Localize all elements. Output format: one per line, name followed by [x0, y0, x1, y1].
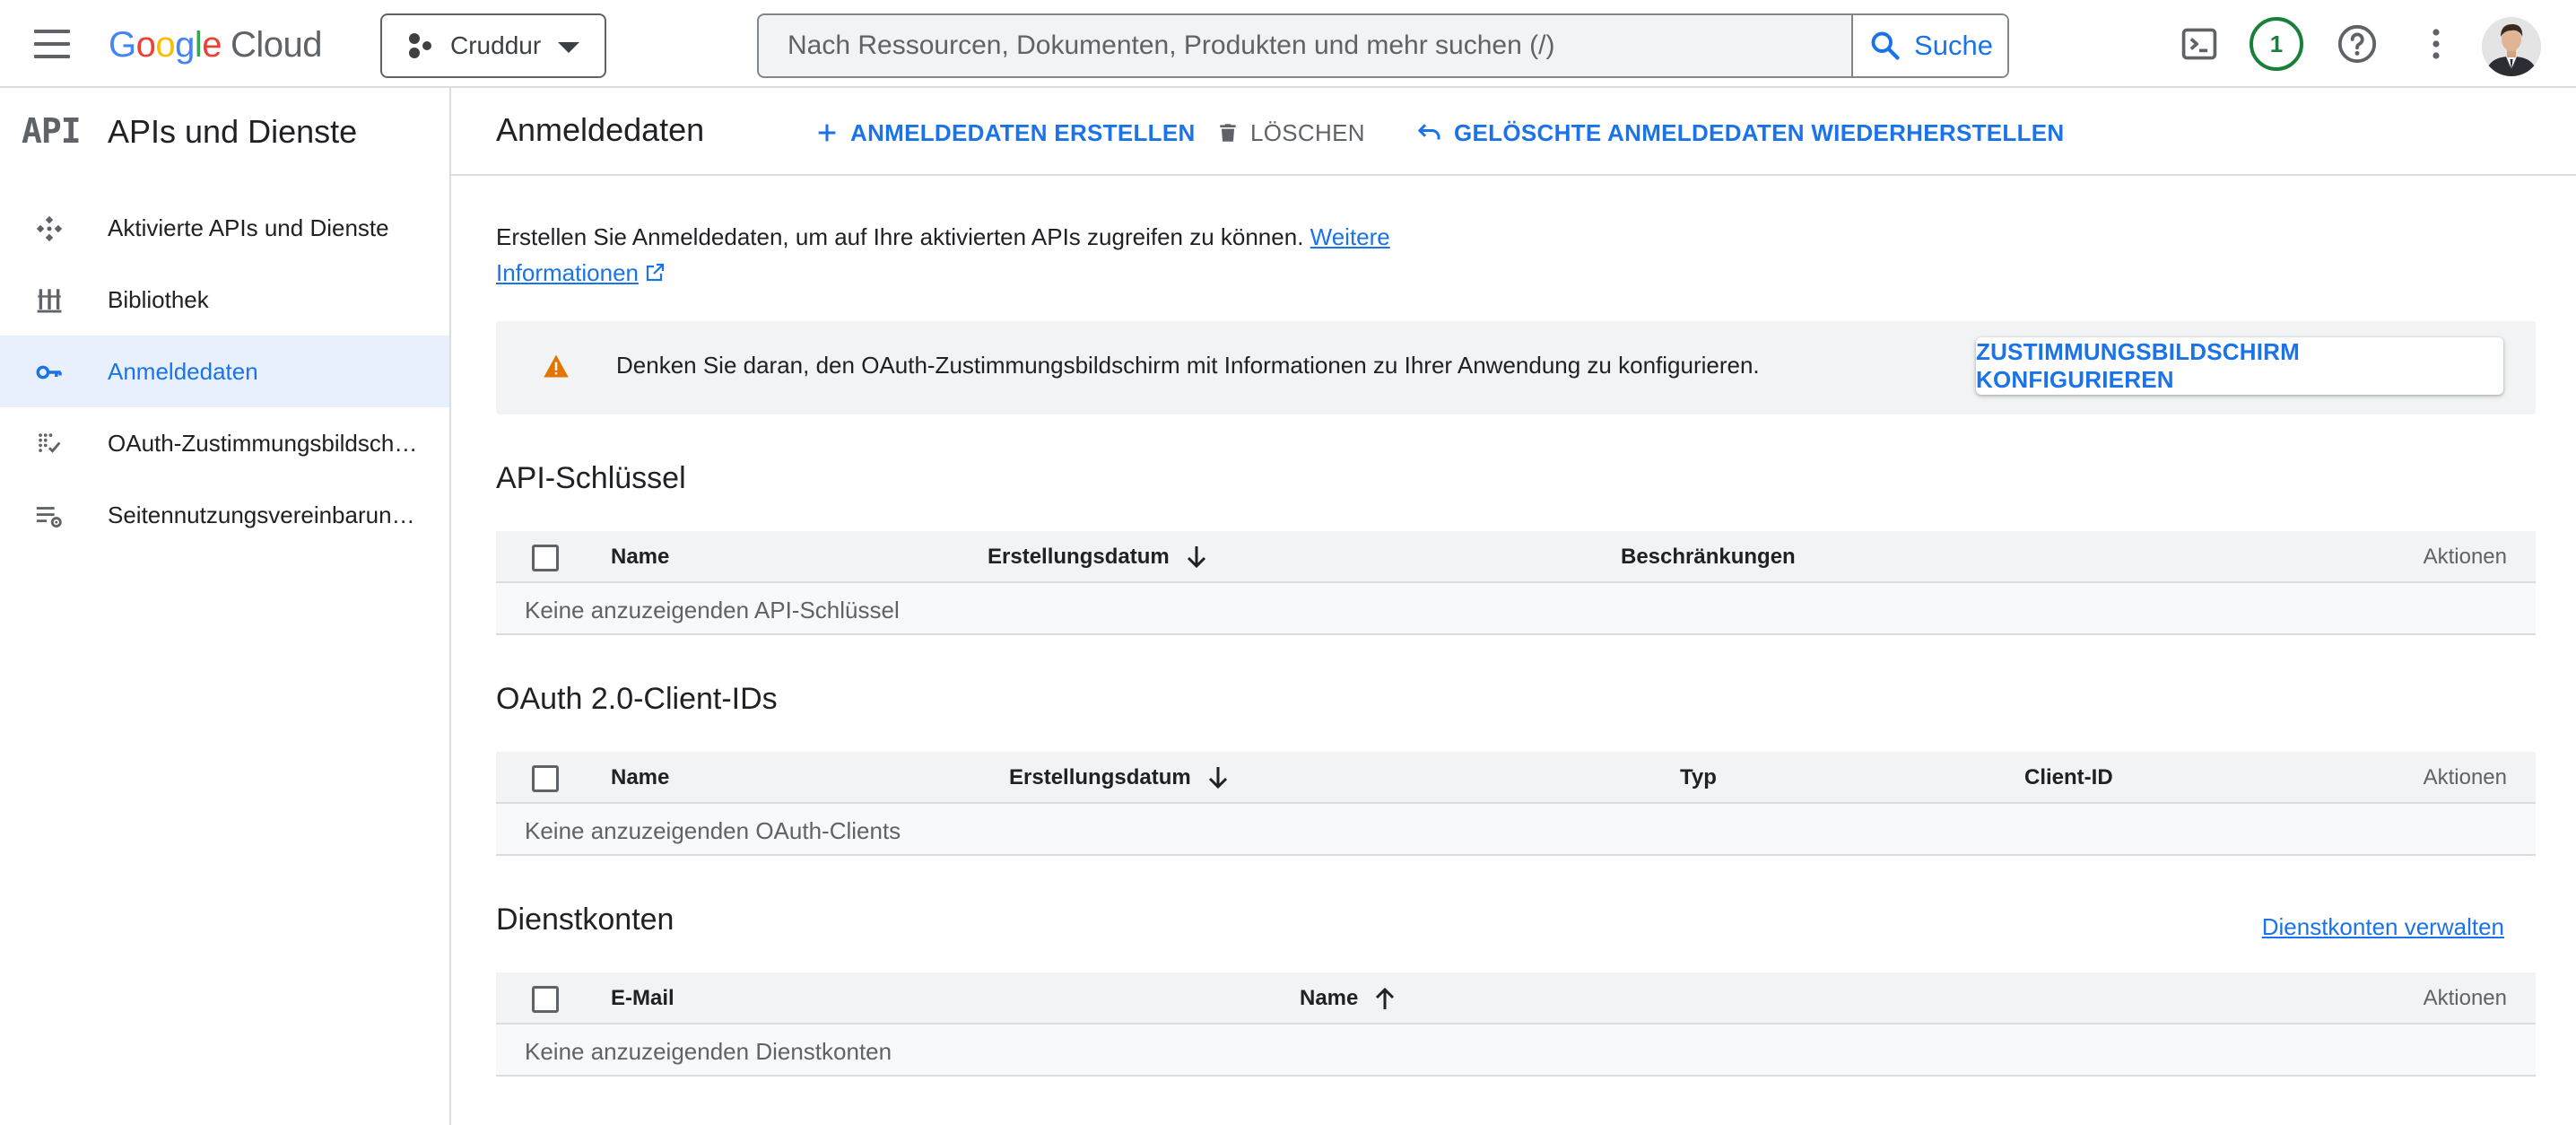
- cloud-shell-icon[interactable]: [2172, 17, 2226, 71]
- main-content: Anmeldedaten ANMELDEDATEN ERSTELLEN LÖSC…: [451, 88, 2576, 1125]
- column-header-created[interactable]: Erstellungsdatum: [988, 545, 1207, 570]
- column-header-client-id[interactable]: Client-ID: [2024, 765, 2113, 790]
- api-keys-table: Name Erstellungsdatum Beschränkungen Akt…: [496, 531, 2536, 635]
- project-selector[interactable]: Cruddur: [380, 13, 606, 78]
- more-vert-icon[interactable]: [2409, 17, 2463, 71]
- service-accounts-table: E-Mail Name Aktionen Keine anzuzeigenden…: [496, 972, 2536, 1077]
- api-logo: API: [22, 111, 82, 151]
- sidebar-item-enabled-apis[interactable]: Aktivierte APIs und Dienste: [0, 192, 449, 264]
- key-icon: [36, 365, 62, 379]
- column-header-name[interactable]: Name: [611, 545, 669, 570]
- sidebar-item-oauth-consent[interactable]: OAuth-Zustimmungsbildschirm: [0, 407, 449, 479]
- column-header-actions: Aktionen: [2423, 765, 2507, 789]
- google-cloud-logo[interactable]: Google Cloud: [109, 20, 323, 70]
- table-header: Name Erstellungsdatum Beschränkungen Akt…: [496, 531, 2536, 583]
- column-header-type[interactable]: Typ: [1680, 765, 1717, 790]
- select-all-checkbox[interactable]: [532, 545, 559, 571]
- warning-icon: [544, 354, 569, 378]
- project-icon: [409, 33, 431, 58]
- service-accounts-title: Dienstkonten: [496, 903, 674, 937]
- add-icon: [818, 124, 836, 142]
- table-row: Keine anzuzeigenden Dienstkonten: [496, 1025, 2536, 1077]
- sidebar-item-label: OAuth-Zustimmungsbildschirm: [108, 429, 422, 457]
- column-header-label: Erstellungsdatum: [988, 545, 1170, 569]
- sidebar-title: APIs und Dienste: [108, 113, 358, 150]
- api-keys-title: API-Schlüssel: [496, 461, 686, 495]
- sidebar-item-library[interactable]: Bibliothek: [0, 264, 449, 336]
- menu-icon[interactable]: [34, 28, 74, 60]
- banner-text: Denken Sie daran, den OAuth-Zustimmungsb…: [616, 352, 1760, 379]
- action-bar: Anmeldedaten ANMELDEDATEN ERSTELLEN LÖSC…: [451, 88, 2576, 176]
- empty-state-text: Keine anzuzeigenden OAuth-Clients: [525, 817, 901, 844]
- manage-service-accounts-link[interactable]: Dienstkonten verwalten: [2262, 913, 2504, 941]
- search-icon: [1871, 31, 1900, 60]
- arrow-down-icon: [1208, 767, 1227, 789]
- arrow-up-icon: [1376, 987, 1395, 1009]
- notification-count: 1: [2250, 17, 2303, 71]
- column-header-name[interactable]: Name: [611, 765, 669, 790]
- delete-label: LÖSCHEN: [1250, 118, 1365, 146]
- external-link-icon: [646, 263, 665, 282]
- select-all-checkbox[interactable]: [532, 986, 559, 1013]
- arrow-down-icon: [1187, 546, 1205, 569]
- column-header-email[interactable]: E-Mail: [611, 986, 674, 1011]
- avatar[interactable]: [2482, 17, 2541, 76]
- create-credentials-button[interactable]: ANMELDEDATEN ERSTELLEN: [814, 115, 1196, 151]
- search-button-label: Suche: [1914, 30, 1993, 61]
- intro-text: Erstellen Sie Anmeldedaten, um auf Ihre …: [496, 219, 1411, 291]
- search-input[interactable]: [759, 15, 1851, 76]
- sidebar-item-label: Anmeldedaten: [108, 357, 258, 385]
- page-title: Anmeldedaten: [496, 111, 705, 148]
- restore-credentials-button[interactable]: GELÖSCHTE ANMELDEDATEN WIEDERHERSTELLEN: [1416, 115, 2065, 151]
- undo-icon: [1418, 124, 1440, 140]
- consent-screen-icon: [39, 433, 61, 453]
- library-icon: [37, 289, 62, 313]
- top-bar: GoogleCloud Cruddur Suche 1: [0, 0, 2576, 88]
- sidebar-item-page-usage[interactable]: Seitennutzungsvereinbarungen: [0, 479, 449, 551]
- oauth-clients-table: Name Erstellungsdatum Typ Client-ID Akti…: [496, 752, 2536, 856]
- empty-state-text: Keine anzuzeigenden Dienstkonten: [525, 1038, 892, 1065]
- select-all-checkbox[interactable]: [532, 765, 559, 792]
- column-header-name[interactable]: Name: [1300, 986, 1396, 1011]
- column-header-label: Name: [1300, 986, 1359, 1010]
- delete-button[interactable]: LÖSCHEN: [1216, 115, 1365, 151]
- help-icon[interactable]: [2330, 17, 2384, 71]
- notifications-badge[interactable]: 1: [2250, 17, 2303, 71]
- project-name: Cruddur: [450, 31, 542, 59]
- column-header-restrictions[interactable]: Beschränkungen: [1621, 545, 1796, 570]
- sidebar-item-label: Bibliothek: [108, 285, 209, 313]
- sidebar-item-label: Seitennutzungsvereinbarungen: [108, 501, 422, 528]
- table-row: Keine anzuzeigenden OAuth-Clients: [496, 804, 2536, 856]
- delete-icon: [1220, 124, 1236, 142]
- configure-consent-screen-button[interactable]: ZUSTIMMUNGSBILDSCHIRM KONFIGURIEREN: [1976, 337, 2503, 395]
- search-bar: Suche: [757, 13, 2009, 78]
- sidebar-item-credentials[interactable]: Anmeldedaten: [0, 336, 449, 407]
- intro-description: Erstellen Sie Anmeldedaten, um auf Ihre …: [496, 223, 1304, 250]
- table-row: Keine anzuzeigenden API-Schlüssel: [496, 583, 2536, 635]
- search-button[interactable]: Suche: [1851, 15, 2007, 76]
- enabled-apis-icon: [36, 215, 63, 242]
- column-header-created[interactable]: Erstellungsdatum: [1009, 765, 1229, 790]
- column-header-actions: Aktionen: [2423, 986, 2507, 1010]
- page-usage-icon: [36, 507, 62, 528]
- sidebar-item-label: Aktivierte APIs und Dienste: [108, 214, 389, 241]
- table-header: Name Erstellungsdatum Typ Client-ID Akti…: [496, 752, 2536, 804]
- oauth-clients-title: OAuth 2.0-Client-IDs: [496, 682, 778, 716]
- consent-warning-banner: Denken Sie daran, den OAuth-Zustimmungsb…: [496, 321, 2536, 414]
- chevron-down-icon: [558, 42, 579, 53]
- sidebar: API APIs und Dienste Aktivierte APIs und…: [0, 88, 451, 1125]
- restore-credentials-label: GELÖSCHTE ANMELDEDATEN WIEDERHERSTELLEN: [1454, 118, 2065, 146]
- empty-state-text: Keine anzuzeigenden API-Schlüssel: [525, 597, 900, 624]
- create-credentials-label: ANMELDEDATEN ERSTELLEN: [850, 118, 1196, 146]
- table-header: E-Mail Name Aktionen: [496, 972, 2536, 1025]
- column-header-label: Erstellungsdatum: [1009, 765, 1191, 789]
- column-header-actions: Aktionen: [2423, 545, 2507, 569]
